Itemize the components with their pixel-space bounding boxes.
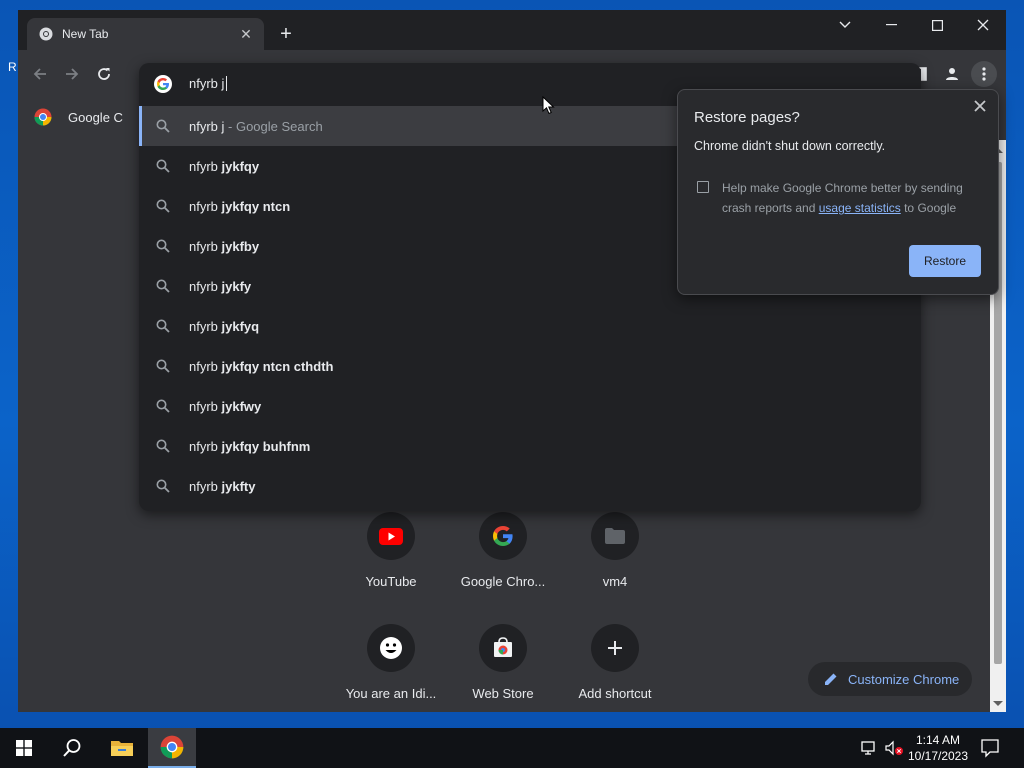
- reload-button[interactable]: [92, 62, 116, 86]
- folder-icon: [605, 528, 625, 544]
- restore-pages-dialog: Restore pages? Chrome didn't shut down c…: [677, 89, 999, 295]
- forward-arrow-icon: [66, 68, 79, 80]
- chrome-logo-icon: [34, 108, 52, 126]
- search-icon: [63, 739, 81, 757]
- smiley-icon: [380, 637, 402, 659]
- search-icon: [156, 479, 170, 493]
- three-dots-icon: [982, 67, 986, 81]
- web-store-icon: [494, 637, 512, 657]
- windows-logo-icon: [16, 740, 32, 756]
- folder-icon: [111, 741, 133, 756]
- youtube-icon: [379, 527, 403, 545]
- shortcut-label: Web Store: [472, 686, 534, 701]
- google-g-icon: [154, 75, 172, 93]
- mouse-cursor-icon: [542, 96, 555, 115]
- profile-button[interactable]: [939, 61, 965, 87]
- search-icon: [156, 119, 170, 133]
- bookmark-item[interactable]: Google C: [34, 108, 123, 126]
- shortcut-label: Google Chro...: [460, 574, 546, 589]
- shortcut-label: Add shortcut: [578, 686, 652, 701]
- search-icon: [156, 159, 170, 173]
- notification-center-button[interactable]: [980, 738, 1000, 761]
- search-icon: [156, 359, 170, 373]
- profile-icon: [946, 68, 958, 80]
- desktop-partial-text: R: [8, 60, 17, 74]
- shortcut-youtube[interactable]: YouTube: [336, 512, 446, 589]
- dialog-title: Restore pages?: [694, 109, 800, 126]
- forward-button[interactable]: [60, 62, 84, 86]
- search-icon: [156, 319, 170, 333]
- file-explorer-button[interactable]: [98, 728, 146, 768]
- shortcut-google-chrome[interactable]: Google Chro...: [448, 512, 558, 589]
- pencil-icon: [825, 673, 837, 685]
- close-icon[interactable]: [972, 98, 988, 114]
- suggestion-item[interactable]: nfyrb jykfty: [139, 466, 921, 506]
- suggestion-item[interactable]: nfyrb jykfqy buhfnm: [139, 426, 921, 466]
- back-arrow-icon: [33, 68, 46, 80]
- chrome-menu-button[interactable]: [971, 61, 997, 87]
- customize-label: Customize Chrome: [848, 671, 960, 687]
- clock-time: 1:14 AM: [915, 733, 961, 747]
- tab-title: New Tab: [62, 27, 109, 41]
- notification-icon: [981, 739, 999, 758]
- shortcut-label: vm4: [602, 574, 628, 589]
- network-icon[interactable]: [860, 738, 880, 758]
- tab-new-tab[interactable]: New Tab ✕: [27, 18, 264, 50]
- usage-statistics-link[interactable]: usage statistics: [819, 201, 901, 215]
- search-icon: [156, 439, 170, 453]
- volume-muted-icon[interactable]: [884, 738, 904, 758]
- search-icon: [156, 399, 170, 413]
- dialog-message: Chrome didn't shut down correctly.: [694, 139, 886, 153]
- shortcut-label: YouTube: [365, 574, 417, 589]
- text-caret: [226, 76, 228, 91]
- maximize-button[interactable]: [914, 10, 960, 40]
- minimize-button[interactable]: [868, 10, 914, 40]
- google-icon: [493, 526, 513, 546]
- suggestion-item[interactable]: nfyrb jykfwy: [139, 386, 921, 426]
- reload-icon: [98, 68, 110, 80]
- shortcut-label: You are an Idi...: [345, 686, 437, 701]
- taskbar-search-button[interactable]: [48, 728, 96, 768]
- start-button[interactable]: [0, 728, 48, 768]
- tab-close-icon[interactable]: ✕: [236, 24, 256, 44]
- search-icon: [156, 199, 170, 213]
- back-button[interactable]: [28, 62, 52, 86]
- search-icon: [156, 279, 170, 293]
- chrome-favicon-icon: [39, 27, 53, 41]
- tab-search-button[interactable]: [822, 10, 868, 40]
- restore-button[interactable]: Restore: [909, 245, 981, 277]
- shortcut-vm4[interactable]: vm4: [560, 512, 670, 589]
- crash-report-checkbox[interactable]: [697, 181, 709, 193]
- chrome-taskbar-button[interactable]: [148, 728, 196, 768]
- scroll-down-arrow-icon[interactable]: [993, 701, 1003, 706]
- bookmark-label: Google C: [68, 109, 123, 125]
- address-input[interactable]: nfyrb j: [189, 76, 228, 91]
- shortcut-you-are-an-idiot[interactable]: You are an Idi...: [336, 624, 446, 701]
- windows-taskbar: 1:14 AM 10/17/2023: [0, 728, 1024, 768]
- suggestion-item[interactable]: nfyrb jykfyq: [139, 306, 921, 346]
- crash-report-consent-text: Help make Google Chrome better by sendin…: [722, 181, 963, 215]
- add-shortcut-button[interactable]: Add shortcut: [560, 624, 670, 701]
- close-window-button[interactable]: [960, 10, 1006, 40]
- search-icon: [156, 239, 170, 253]
- clock-date: 10/17/2023: [907, 749, 969, 763]
- chrome-logo-icon: [160, 735, 184, 759]
- customize-chrome-button[interactable]: Customize Chrome: [808, 662, 972, 696]
- chevron-down-icon: [839, 21, 851, 28]
- plus-icon: [608, 641, 622, 655]
- suggestion-item[interactable]: nfyrb jykfqy ntcn cthdth: [139, 346, 921, 386]
- shortcut-web-store[interactable]: Web Store: [448, 624, 558, 701]
- system-clock[interactable]: 1:14 AM 10/17/2023: [906, 732, 970, 764]
- new-tab-button[interactable]: +: [274, 22, 298, 46]
